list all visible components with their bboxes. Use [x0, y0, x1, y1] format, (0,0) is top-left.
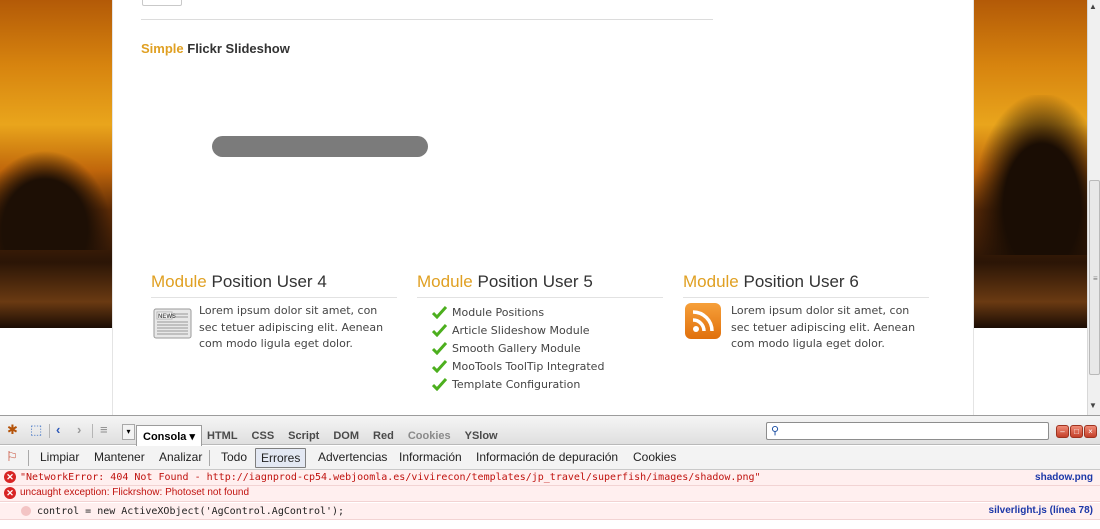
checkmark-icon — [432, 377, 447, 391]
svg-text:NEWS: NEWS — [158, 314, 176, 320]
console-row-error[interactable]: ✕ uncaught exception: Flickrshow: Photos… — [0, 486, 1100, 502]
profile-button[interactable]: Analizar — [154, 448, 207, 468]
separator — [28, 450, 29, 466]
source-link[interactable]: shadow.png — [1035, 472, 1093, 483]
error-message: "NetworkError: 404 Not Found - http://ia… — [20, 472, 761, 483]
close-icon[interactable]: × — [1084, 425, 1097, 438]
console-row-code[interactable]: control = new ActiveXObject('AgControl.A… — [0, 503, 1100, 520]
tab-console-label: Consola — [143, 431, 187, 443]
tree-silhouette-right — [974, 95, 1087, 255]
list-item[interactable]: MooTools ToolTip Integrated — [432, 357, 604, 375]
list-item[interactable]: Article Slideshow Module — [432, 321, 604, 339]
module-user-6: Module Position User 6 Lorem ipsum dolor… — [683, 272, 929, 350]
checkmark-icon — [432, 341, 447, 355]
module-title-rest: Position User 5 — [477, 272, 593, 291]
filter-info[interactable]: Información — [394, 448, 467, 468]
error-toggle-icon[interactable]: ⚐ — [6, 450, 18, 464]
panel-dropdown[interactable]: ▾ — [122, 424, 135, 440]
tab-script[interactable]: Script — [288, 430, 319, 442]
checkmark-icon — [432, 305, 447, 319]
inspect-icon[interactable]: ⬚ — [30, 423, 42, 437]
breakpoint-icon[interactable] — [21, 506, 31, 516]
list-item-label: Template Configuration — [452, 377, 581, 391]
filter-warnings[interactable]: Advertencias — [313, 448, 392, 468]
separator — [92, 424, 93, 438]
grip-icon: ≡ — [1093, 274, 1098, 283]
module-title: Module Position User 4 — [151, 272, 397, 298]
rss-icon[interactable] — [685, 303, 721, 339]
flickr-title-rest: Flickr Slideshow — [187, 41, 290, 56]
error-icon: ✕ — [4, 471, 16, 483]
minimize-icon[interactable]: – — [1056, 425, 1069, 438]
code-line: control = new ActiveXObject('AgControl.A… — [37, 506, 345, 517]
flickr-slideshow-title: Simple Flickr Slideshow — [141, 41, 290, 56]
tab-css[interactable]: CSS — [252, 430, 275, 442]
module-title: Module Position User 5 — [417, 272, 663, 298]
detach-icon[interactable]: □ — [1070, 425, 1083, 438]
clear-button[interactable]: Limpiar — [35, 448, 84, 468]
tab-yslow[interactable]: YSlow — [465, 430, 498, 442]
command-line-icon[interactable]: ≡ — [100, 423, 108, 437]
tree-silhouette-left — [0, 150, 112, 250]
console-output: ✕ "NetworkError: 404 Not Found - http://… — [0, 470, 1100, 529]
module-title: Module Position User 6 — [683, 272, 929, 298]
module-title-accent: Module — [683, 272, 739, 291]
rss-glyph — [692, 310, 714, 332]
error-message: uncaught exception: Flickrshow: Photoset… — [20, 487, 250, 498]
divider — [141, 19, 713, 20]
checkmark-icon — [432, 323, 447, 337]
vertical-scrollbar[interactable]: ▲ ≡ ▼ — [1087, 0, 1100, 415]
main-content: Simple Flickr Slideshow Module Position … — [112, 0, 974, 415]
scroll-up-icon[interactable]: ▲ — [1089, 2, 1097, 11]
source-link[interactable]: silverlight.js (línea 78) — [989, 505, 1093, 516]
list-item[interactable]: Template Configuration — [432, 375, 604, 393]
console-row-error[interactable]: ✕ "NetworkError: 404 Not Found - http://… — [0, 470, 1100, 486]
module-user-4: Module Position User 4 NEWS Lorem ipsum … — [151, 272, 397, 350]
persist-button[interactable]: Mantener — [89, 448, 150, 468]
separator — [209, 450, 210, 466]
list-item-label: MooTools ToolTip Integrated — [452, 359, 605, 373]
module-text: Lorem ipsum dolor sit amet, con sec tetu… — [731, 304, 916, 350]
filter-all[interactable]: Todo — [216, 448, 252, 468]
top-button[interactable] — [142, 0, 182, 6]
filter-errors[interactable]: Errores — [255, 448, 307, 468]
list-item-label: Article Slideshow Module — [452, 323, 590, 337]
checkmark-icon — [432, 359, 447, 373]
list-item-label: Smooth Gallery Module — [452, 341, 581, 355]
module-title-accent: Module — [151, 272, 207, 291]
list-item[interactable]: Module Positions — [432, 303, 604, 321]
tab-net[interactable]: Red — [373, 430, 394, 442]
browser-viewport: Simple Flickr Slideshow Module Position … — [0, 0, 1100, 415]
error-icon: ✕ — [4, 487, 16, 499]
module-text: Lorem ipsum dolor sit amet, con sec tetu… — [199, 304, 384, 350]
news-icon: NEWS — [153, 308, 192, 339]
tab-dom[interactable]: DOM — [333, 430, 359, 442]
back-icon[interactable]: ‹ — [56, 423, 60, 437]
separator — [49, 424, 50, 438]
firebug-icon[interactable]: ✱ — [7, 423, 18, 437]
tab-cookies[interactable]: Cookies — [408, 430, 451, 442]
module-title-rest: Position User 4 — [211, 272, 327, 291]
filter-cookies[interactable]: Cookies — [628, 448, 681, 468]
module-user-5: Module Position User 5 Module Positions … — [417, 272, 663, 391]
scroll-thumb[interactable]: ≡ — [1089, 180, 1100, 375]
filter-debug[interactable]: Información de depuración — [471, 448, 623, 468]
list-item-label: Module Positions — [452, 305, 545, 319]
tab-console[interactable]: Consola ▾ — [136, 425, 202, 446]
forward-icon[interactable]: › — [77, 423, 81, 437]
module-title-accent: Module — [417, 272, 473, 291]
firebug-toolbar: ✱ ⬚ ‹ › ≡ ▾ Consola ▾ HTML CSS Script DO… — [0, 415, 1100, 446]
feature-list: Module Positions Article Slideshow Modul… — [432, 303, 604, 393]
flickr-title-accent: Simple — [141, 41, 184, 56]
search-icon: ⚲ — [771, 425, 780, 437]
module-title-rest: Position User 6 — [743, 272, 859, 291]
list-item[interactable]: Smooth Gallery Module — [432, 339, 604, 357]
console-filter-bar: ⚐ Limpiar Mantener Analizar Todo Errores… — [0, 446, 1100, 470]
tab-html[interactable]: HTML — [207, 430, 238, 442]
panel-tabs: HTML CSS Script DOM Red Cookies YSlow — [207, 430, 512, 442]
search-input[interactable]: ⚲ — [766, 422, 1049, 440]
scroll-down-icon[interactable]: ▼ — [1089, 401, 1097, 410]
slideshow-loading-bar — [212, 136, 428, 157]
